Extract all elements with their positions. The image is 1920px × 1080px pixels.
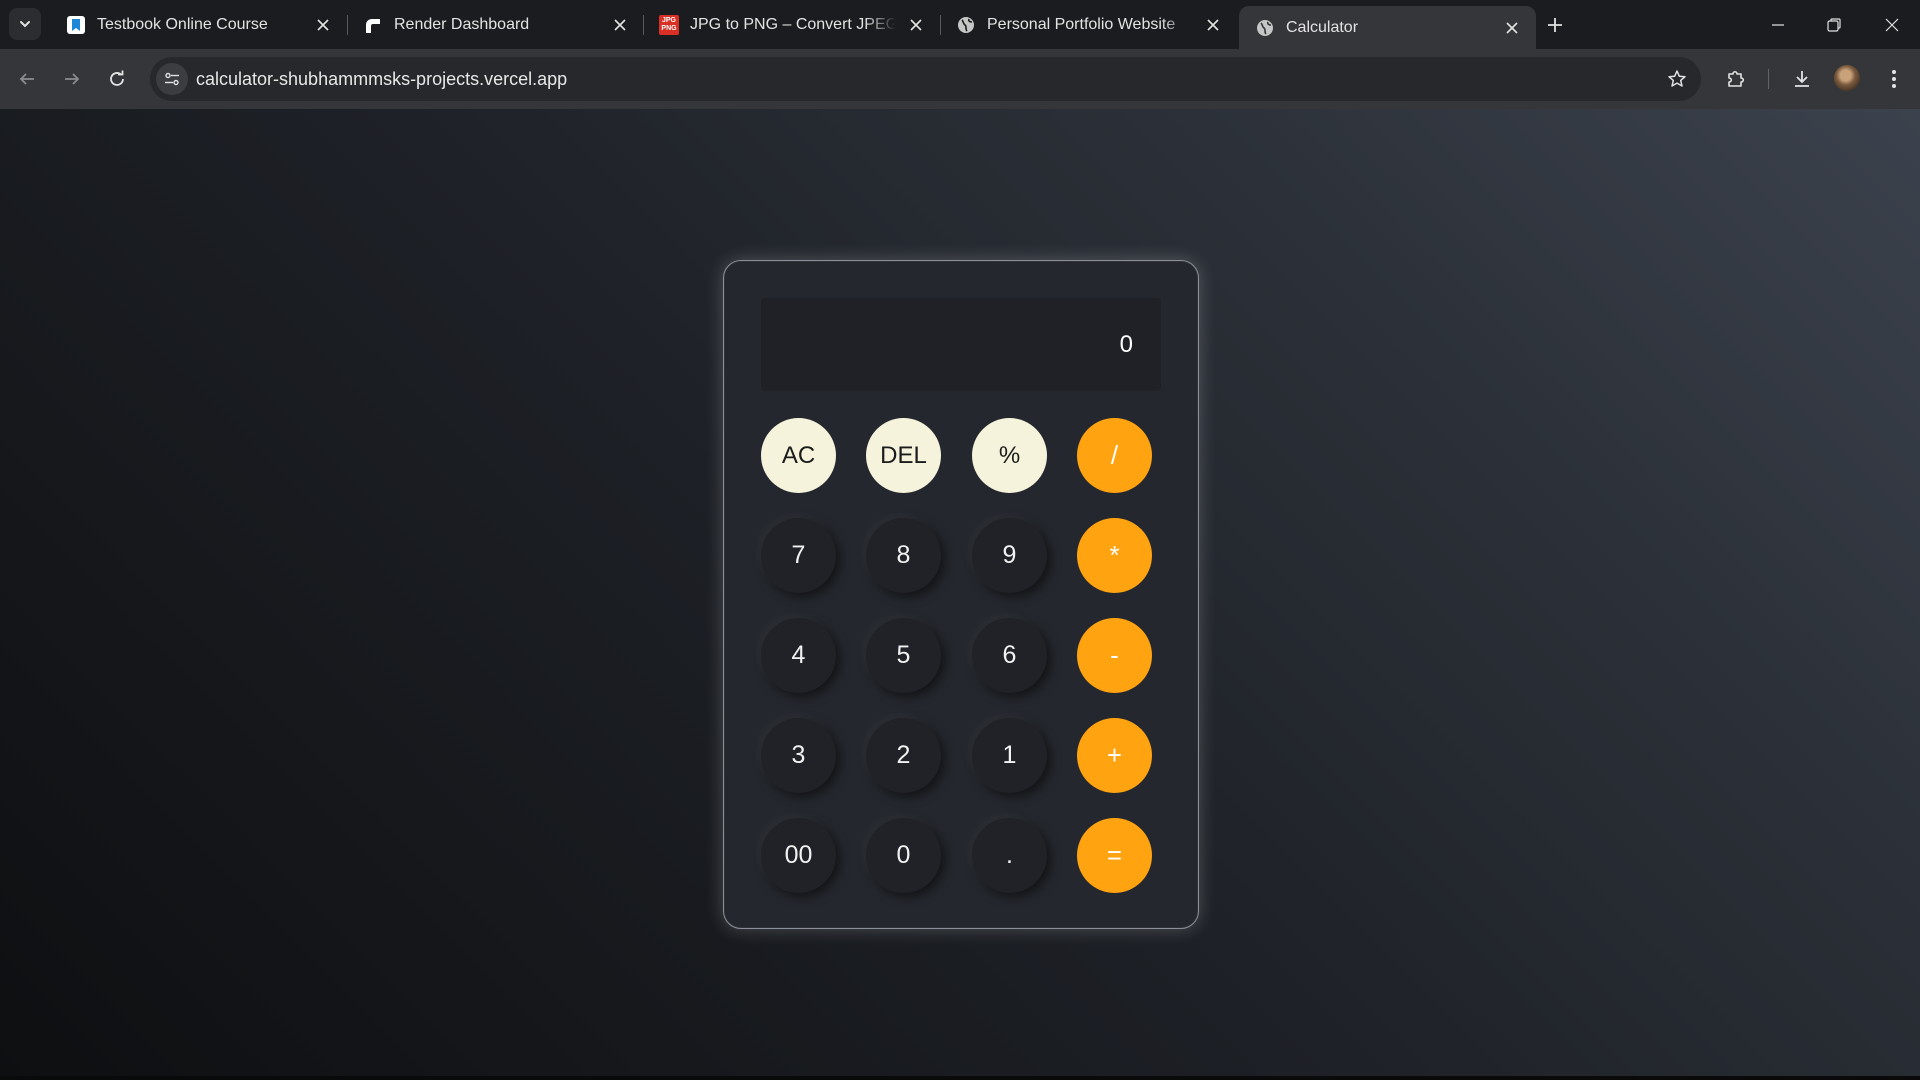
extensions-button[interactable]: [1720, 63, 1752, 95]
back-button[interactable]: [11, 63, 43, 95]
tab-search-button[interactable]: [9, 8, 41, 40]
display-value: 0: [1119, 330, 1133, 358]
address-bar[interactable]: calculator-shubhammmsks-projects.vercel.…: [150, 57, 1701, 101]
reload-icon: [108, 70, 126, 88]
key-9[interactable]: 9: [972, 518, 1047, 593]
key-3[interactable]: 3: [761, 718, 836, 793]
download-icon: [1791, 68, 1813, 90]
key-divide[interactable]: /: [1077, 418, 1152, 493]
minimize-icon: [1771, 18, 1785, 32]
globe-icon: [1255, 18, 1275, 38]
forward-button[interactable]: [56, 63, 88, 95]
downloads-button[interactable]: [1786, 63, 1818, 95]
menu-button[interactable]: [1878, 63, 1910, 95]
tab-jpg-to-png[interactable]: JPG PNG JPG to PNG – Convert JPEG to PNG: [643, 6, 940, 43]
puzzle-icon: [1725, 68, 1747, 90]
calculator: 0 AC DEL % / 7 8 9 * 4 5 6 - 3 2 1 + 00 …: [723, 260, 1199, 929]
restore-icon: [1827, 17, 1841, 32]
profile-avatar[interactable]: [1834, 65, 1860, 91]
toolbar-divider: [1768, 69, 1769, 89]
tab-strip: Testbook Online Course Render Dashboard …: [0, 0, 1920, 49]
chevron-down-icon: [18, 17, 32, 31]
minimize-button[interactable]: [1750, 0, 1806, 49]
site-info-button[interactable]: [156, 63, 188, 95]
testbook-icon: [66, 15, 86, 35]
close-icon[interactable]: [904, 13, 928, 37]
key-add[interactable]: +: [1077, 718, 1152, 793]
tab-portfolio[interactable]: Personal Portfolio Website: [940, 6, 1237, 43]
key-all-clear[interactable]: AC: [761, 418, 836, 493]
key-0[interactable]: 0: [866, 818, 941, 893]
key-7[interactable]: 7: [761, 518, 836, 593]
restore-button[interactable]: [1806, 0, 1862, 49]
key-percent[interactable]: %: [972, 418, 1047, 493]
tab-title: Calculator: [1286, 18, 1359, 36]
render-icon: [363, 15, 383, 35]
more-vert-icon: [1891, 69, 1897, 89]
key-4[interactable]: 4: [761, 618, 836, 693]
new-tab-button[interactable]: [1541, 11, 1569, 39]
key-6[interactable]: 6: [972, 618, 1047, 693]
tab-calculator[interactable]: Calculator: [1239, 6, 1536, 49]
key-double-zero[interactable]: 00: [761, 818, 836, 893]
close-icon: [1885, 18, 1899, 32]
close-icon[interactable]: [311, 13, 335, 37]
tab-render[interactable]: Render Dashboard: [347, 6, 644, 43]
star-icon: [1667, 69, 1687, 89]
jpg-png-icon: JPG PNG: [659, 14, 679, 35]
tab-title: JPG to PNG – Convert JPEG to PNG: [690, 15, 896, 33]
key-subtract[interactable]: -: [1077, 618, 1152, 693]
globe-icon: [956, 15, 976, 35]
tab-title: Render Dashboard: [394, 15, 530, 33]
key-8[interactable]: 8: [866, 518, 941, 593]
tune-icon: [164, 71, 180, 87]
key-multiply[interactable]: *: [1077, 518, 1152, 593]
key-delete[interactable]: DEL: [866, 418, 941, 493]
arrow-right-icon: [63, 70, 81, 88]
close-icon[interactable]: [608, 13, 632, 37]
key-5[interactable]: 5: [866, 618, 941, 693]
favicon-text: PNG: [661, 24, 677, 32]
key-1[interactable]: 1: [972, 718, 1047, 793]
close-window-button[interactable]: [1864, 0, 1920, 49]
browser-toolbar: calculator-shubhammmsks-projects.vercel.…: [0, 49, 1920, 109]
key-equals[interactable]: =: [1077, 818, 1152, 893]
reload-button[interactable]: [101, 63, 133, 95]
plus-icon: [1547, 17, 1563, 33]
close-icon[interactable]: [1201, 13, 1225, 37]
tab-title: Testbook Online Course: [97, 15, 268, 33]
bookmark-button[interactable]: [1663, 65, 1691, 93]
url-text[interactable]: calculator-shubhammmsks-projects.vercel.…: [196, 69, 567, 90]
tab-testbook[interactable]: Testbook Online Course: [50, 6, 347, 43]
key-2[interactable]: 2: [866, 718, 941, 793]
key-decimal[interactable]: .: [972, 818, 1047, 893]
window-bottom-edge: [0, 1076, 1920, 1080]
tab-title: Personal Portfolio Website: [987, 15, 1176, 33]
close-icon[interactable]: [1500, 16, 1524, 40]
arrow-left-icon: [18, 70, 36, 88]
calculator-display: 0: [761, 298, 1161, 391]
favicon-text: JPG: [661, 16, 676, 24]
